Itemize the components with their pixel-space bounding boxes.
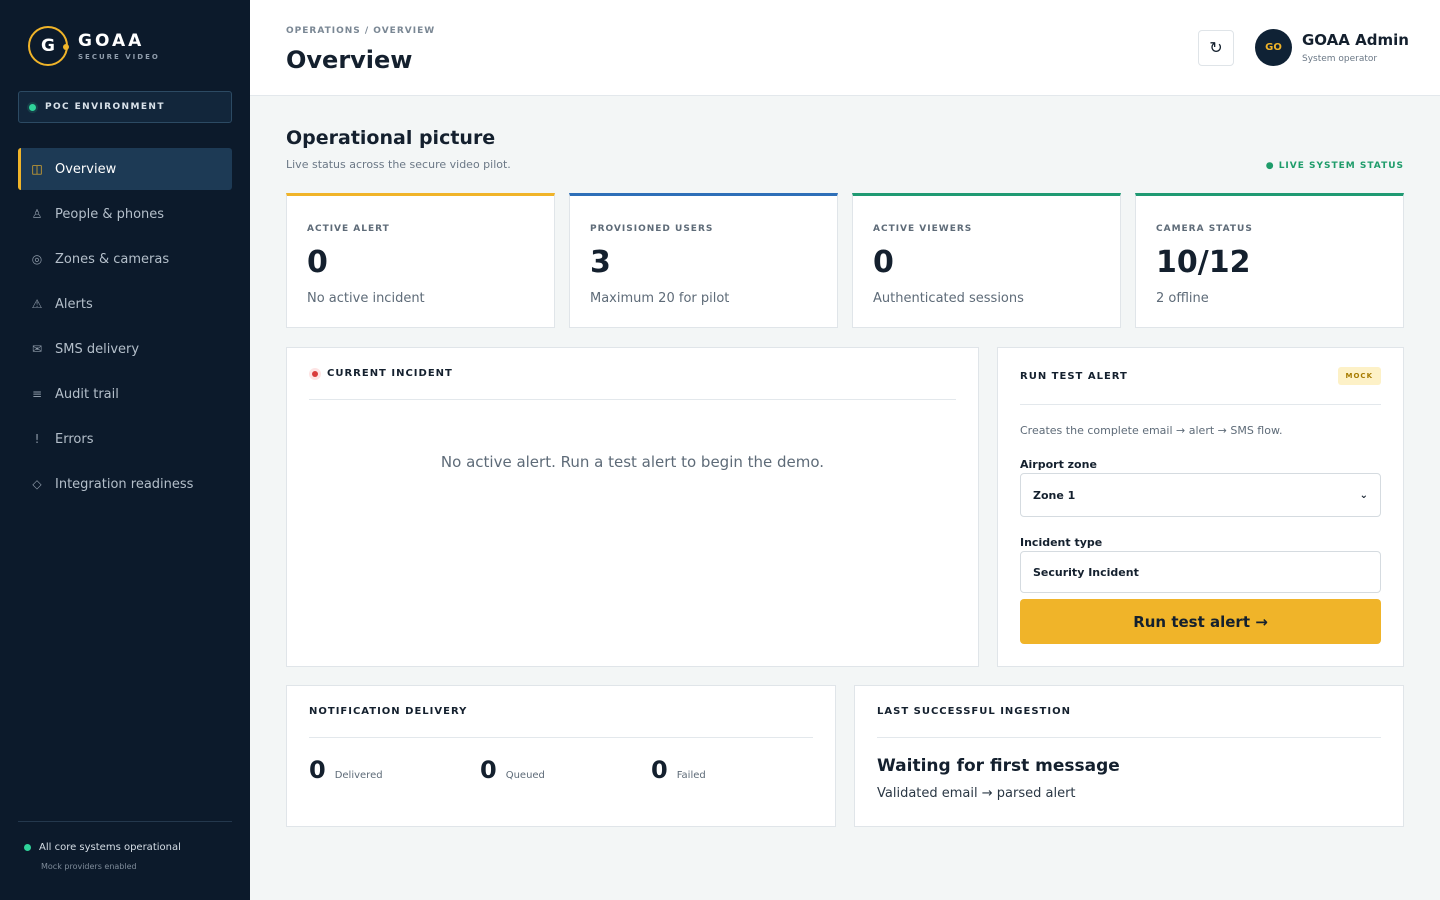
failed-stat: 0 Failed [651,756,706,784]
system-status-footer: All core systems operational Mock provid… [18,821,232,871]
sidebar-item-label: Zones & cameras [55,251,170,267]
stat-label: CAMERA STATUS [1156,224,1253,234]
ingestion-headline: Waiting for first message [877,756,1120,776]
sidebar-item-label: Errors [55,431,94,447]
incident-type-label: Incident type [1020,536,1103,549]
live-status-indicator: ● LIVE SYSTEM STATUS [1265,161,1404,171]
brand-subtitle: SECURE VIDEO [78,53,160,61]
test-alert-description: Creates the complete email → alert → SMS… [1020,424,1283,437]
sidebar-item-audit-trail[interactable]: ≡ Audit trail [18,373,232,415]
brand-name: GOAA [78,31,145,51]
mock-badge: MOCK [1337,367,1381,385]
sidebar-item-zones-cameras[interactable]: ◎ Zones & cameras [18,238,232,280]
stat-description: 2 offline [1156,291,1209,306]
run-test-alert-button[interactable]: Run test alert → [1020,599,1381,644]
environment-label: POC ENVIRONMENT [45,102,165,112]
logo-icon: G [28,26,69,66]
avatar[interactable]: GO [1255,29,1292,66]
sidebar-item-label: Integration readiness [55,476,194,492]
queued-stat: 0 Queued [480,756,545,784]
ingestion-subtext: Validated email → parsed alert [877,786,1076,801]
incident-status-icon [309,367,321,380]
environment-status-dot [29,103,36,111]
brand[interactable]: G GOAA SECURE VIDEO [28,26,160,66]
panel-title: NOTIFICATION DELIVERY [309,706,468,717]
stat-card-active-viewers: ACTIVE VIEWERS 0 Authenticated sessions [852,193,1121,328]
sidebar-item-label: Alerts [55,296,93,312]
panel-title: CURRENT INCIDENT [327,368,453,379]
stat-label: ACTIVE VIEWERS [873,224,973,234]
page-title: Overview [286,46,413,74]
stat-label: ACTIVE ALERT [307,224,390,234]
system-status-text: All core systems operational [39,842,181,853]
mock-providers-note: Mock providers enabled [41,862,137,871]
airport-zone-label: Airport zone [1020,458,1097,471]
current-incident-panel: CURRENT INCIDENT No active alert. Run a … [286,347,979,667]
overview-icon: ◫ [31,162,43,176]
refresh-button[interactable]: ↻ [1198,30,1234,66]
breadcrumb: OPERATIONS / OVERVIEW [286,26,436,36]
last-ingestion-panel: LAST SUCCESSFUL INGESTION Waiting for fi… [854,685,1404,827]
panel-title: LAST SUCCESSFUL INGESTION [877,706,1071,717]
logo-dot [63,44,69,50]
stat-label: PROVISIONED USERS [590,224,714,234]
sidebar-item-overview[interactable]: ◫ Overview [18,148,232,190]
person-icon: ♙ [31,207,43,221]
error-icon: ! [34,432,40,446]
stat-description: No active incident [307,291,425,306]
stat-card-active-alert: ACTIVE ALERT 0 No active incident [286,193,555,328]
sidebar-item-errors[interactable]: ! Errors [18,418,232,460]
list-icon: ≡ [31,387,43,401]
user-role: System operator [1302,54,1378,64]
sidebar-item-label: Overview [55,161,117,177]
sidebar-item-people-phones[interactable]: ♙ People & phones [18,193,232,235]
stat-value: 0 [873,245,894,280]
run-test-alert-panel: RUN TEST ALERT MOCK Creates the complete… [997,347,1404,667]
refresh-icon: ↻ [1209,40,1223,57]
sidebar-item-label: Audit trail [55,386,119,402]
sidebar-item-integration-readiness[interactable]: ◇ Integration readiness [18,463,232,505]
user-name: GOAA Admin [1302,31,1409,49]
status-ok-dot [24,844,31,851]
warning-icon: ⚠ [31,297,43,311]
camera-icon: ◎ [31,252,43,266]
page-header: OPERATIONS / OVERVIEW Overview ↻ GO GOAA… [250,0,1440,96]
sidebar-item-label: People & phones [55,206,165,222]
stat-value: 0 [307,245,328,280]
empty-state-message: No active alert. Run a test alert to beg… [440,453,825,471]
stat-value: 3 [590,245,611,280]
stat-description: Maximum 20 for pilot [590,291,730,306]
stat-card-provisioned-users: PROVISIONED USERS 3 Maximum 20 for pilot [569,193,838,328]
sidebar: G GOAA SECURE VIDEO POC ENVIRONMENT ◫ Ov… [0,0,250,900]
sidebar-item-sms-delivery[interactable]: ✉ SMS delivery [18,328,232,370]
section-subtitle: Live status across the secure video pilo… [286,158,511,171]
stat-description: Authenticated sessions [873,291,1024,306]
sidebar-nav: ◫ Overview ♙ People & phones ◎ Zones & c… [18,148,232,508]
panel-title: RUN TEST ALERT [1020,370,1128,382]
envelope-icon: ✉ [31,342,43,356]
sidebar-item-label: SMS delivery [55,341,140,357]
delivery-stats: 0 Delivered 0 Queued 0 Failed [309,756,822,784]
incident-type-input[interactable] [1020,551,1381,593]
section-title: Operational picture [286,127,496,149]
chevron-down-icon: ⌄ [1359,489,1368,501]
stat-card-camera-status: CAMERA STATUS 10/12 2 offline [1135,193,1404,328]
delivered-stat: 0 Delivered [309,756,383,784]
airport-zone-select[interactable]: Zone 1 ⌄ [1020,473,1381,517]
notification-delivery-panel: NOTIFICATION DELIVERY 0 Delivered 0 Queu… [286,685,836,827]
diamond-icon: ◇ [32,477,42,491]
stat-value: 10/12 [1156,245,1251,280]
environment-badge: POC ENVIRONMENT [18,91,232,123]
sidebar-item-alerts[interactable]: ⚠ Alerts [18,283,232,325]
